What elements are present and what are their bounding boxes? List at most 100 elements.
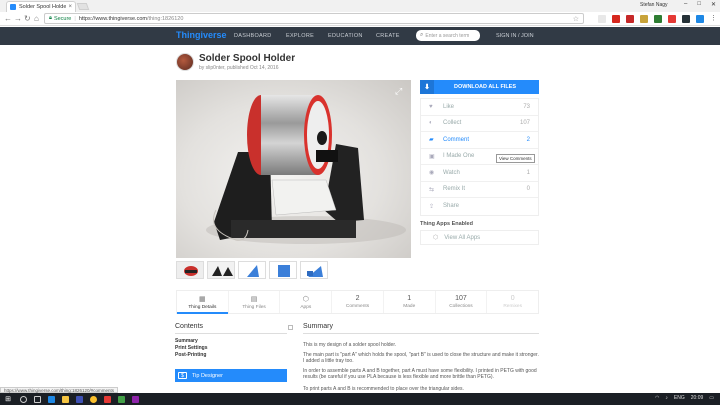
avatar[interactable]: [176, 53, 194, 71]
watch-action[interactable]: ◉ Watch 1: [421, 165, 538, 182]
photo-thumbnail[interactable]: [300, 261, 328, 279]
extension-icon[interactable]: [640, 15, 648, 23]
tip-icon: $: [178, 372, 187, 379]
forward-icon[interactable]: →: [14, 14, 22, 24]
bookmark-star-icon[interactable]: ☆: [573, 15, 579, 23]
app-icon[interactable]: [100, 393, 114, 405]
minimize-icon[interactable]: –: [684, 1, 687, 8]
site-logo[interactable]: Thingiverse: [176, 30, 227, 40]
url-host: https://www.thingiverse.com: [78, 15, 147, 22]
photo-thumbnail[interactable]: [176, 261, 204, 279]
search-icon: ⌕: [420, 32, 424, 38]
main-photo[interactable]: [176, 80, 411, 258]
tab-thing-files[interactable]: ▤ Thing Files: [229, 291, 281, 313]
extension-icon[interactable]: [696, 15, 704, 23]
tab-remixes[interactable]: 0 Remixes: [487, 291, 538, 313]
extension-icon[interactable]: [668, 15, 676, 23]
made-icon: ▣: [429, 153, 435, 160]
search-taskbar-icon[interactable]: [16, 393, 30, 405]
files-icon: ▤: [250, 295, 258, 303]
tab-label: Thing Details: [188, 304, 217, 310]
clock[interactable]: 20:09: [691, 395, 704, 401]
profile-name[interactable]: Stefan Nagy: [640, 2, 668, 8]
close-window-icon[interactable]: ✕: [711, 1, 716, 8]
tab-thing-details[interactable]: ▦ Thing Details: [177, 291, 229, 314]
view-all-apps-button[interactable]: ⬡ View All Apps: [420, 230, 539, 245]
expand-icon[interactable]: ⤢: [395, 86, 402, 97]
browser-tab[interactable]: Solder Spool Holder by ... ×: [6, 1, 76, 12]
action-label: Watch: [443, 169, 460, 176]
extension-icon[interactable]: [626, 15, 634, 23]
task-view-icon[interactable]: [30, 393, 44, 405]
maximize-icon[interactable]: □: [697, 1, 701, 8]
download-label: DOWNLOAD ALL FILES: [454, 84, 517, 90]
explorer-icon[interactable]: [58, 393, 72, 405]
download-icon: ⬇: [420, 80, 434, 94]
edge-icon[interactable]: [44, 393, 58, 405]
tab-apps[interactable]: ⬡ Apps: [280, 291, 333, 313]
window-title-bar: Solder Spool Holder by ... × Stefan Nagy…: [0, 0, 720, 12]
new-tab-button[interactable]: [76, 3, 90, 10]
extension-icon[interactable]: [598, 15, 606, 23]
notifications-icon[interactable]: ▭: [709, 395, 714, 401]
address-bar[interactable]: 🔒︎ Secure | https://www.thingiverse.com /…: [44, 13, 584, 24]
spool-holder-image: [206, 95, 406, 244]
tip-designer-button[interactable]: $ Tip Designer: [175, 369, 287, 382]
wifi-icon[interactable]: ◠: [655, 395, 659, 401]
collect-action[interactable]: ◐ Collect 107: [421, 116, 538, 132]
extension-icon[interactable]: [654, 15, 662, 23]
volume-icon[interactable]: ♪: [665, 395, 668, 401]
app-icon[interactable]: [128, 393, 142, 405]
remix-icon: ⇆: [429, 186, 435, 193]
tab-comments[interactable]: 2 Comments: [332, 291, 384, 313]
contents-link-summary[interactable]: Summary: [175, 338, 198, 344]
nav-explore[interactable]: EXPLORE: [286, 33, 314, 39]
nav-education[interactable]: EDUCATION: [328, 33, 363, 39]
tab-close-icon[interactable]: ×: [68, 4, 72, 10]
thingiverse-favicon-icon: [10, 4, 16, 10]
apps-heading: Thing Apps Enabled: [420, 221, 473, 227]
search-input[interactable]: ⌕ Enter a search term: [416, 30, 480, 41]
back-icon[interactable]: ←: [4, 14, 12, 24]
nav-dashboard[interactable]: DASHBOARD: [234, 33, 272, 39]
summary-paragraph: This is my design of a solder spool hold…: [303, 342, 397, 348]
extension-icon[interactable]: [612, 15, 620, 23]
photo-thumbnail[interactable]: [207, 261, 235, 279]
remix-action[interactable]: ⇆ Remix It 0: [421, 182, 538, 198]
action-count: 2: [526, 136, 530, 143]
app-icon[interactable]: [114, 393, 128, 405]
contents-link-print-settings[interactable]: Print Settings: [175, 345, 208, 351]
tab-collections[interactable]: 107 Collections: [436, 291, 488, 313]
tab-made[interactable]: 1 Made: [384, 291, 436, 313]
comment-icon: ▰: [429, 137, 434, 144]
secure-label: Secure: [53, 15, 72, 22]
language-indicator[interactable]: ENG: [674, 395, 685, 401]
reload-icon[interactable]: ↻: [24, 14, 31, 24]
share-action[interactable]: ⇪ Share: [421, 198, 538, 215]
photo-thumbnail[interactable]: [269, 261, 297, 279]
browser-menu-icon[interactable]: ⋮: [710, 14, 717, 22]
download-all-button[interactable]: ⬇ DOWNLOAD ALL FILES: [420, 80, 539, 94]
like-action[interactable]: ♥ Like 73: [421, 99, 538, 116]
heart-icon: ♥: [429, 103, 433, 110]
watch-icon: ◉: [429, 170, 435, 177]
taskbar: ⊞ ◠ ♪ ENG 20:09 ▭: [0, 393, 720, 405]
extension-icon[interactable]: [682, 15, 690, 23]
store-icon[interactable]: [72, 393, 86, 405]
action-label: Like: [443, 103, 455, 110]
photo-thumbnail[interactable]: [238, 261, 266, 279]
windows-start-icon[interactable]: ⊞: [0, 393, 16, 405]
contents-link-post-printing[interactable]: Post-Printing: [175, 352, 206, 358]
summary-heading: Summary: [303, 323, 333, 330]
url-path: /thing:1826120: [146, 15, 184, 22]
chrome-icon[interactable]: [86, 393, 100, 405]
view-all-apps-label: View All Apps: [444, 234, 481, 241]
home-icon[interactable]: ⌂: [34, 14, 39, 24]
signin-link[interactable]: SIGN IN / JOIN: [496, 33, 534, 39]
apps-icon: ⬡: [433, 235, 439, 241]
comment-action[interactable]: ▰ Comment 2: [421, 132, 538, 149]
summary-paragraph: In order to assemble parts A and B toget…: [303, 368, 537, 381]
action-label: Remix It: [443, 186, 466, 193]
nav-create[interactable]: CREATE: [376, 33, 400, 39]
action-count: 1: [526, 169, 530, 176]
